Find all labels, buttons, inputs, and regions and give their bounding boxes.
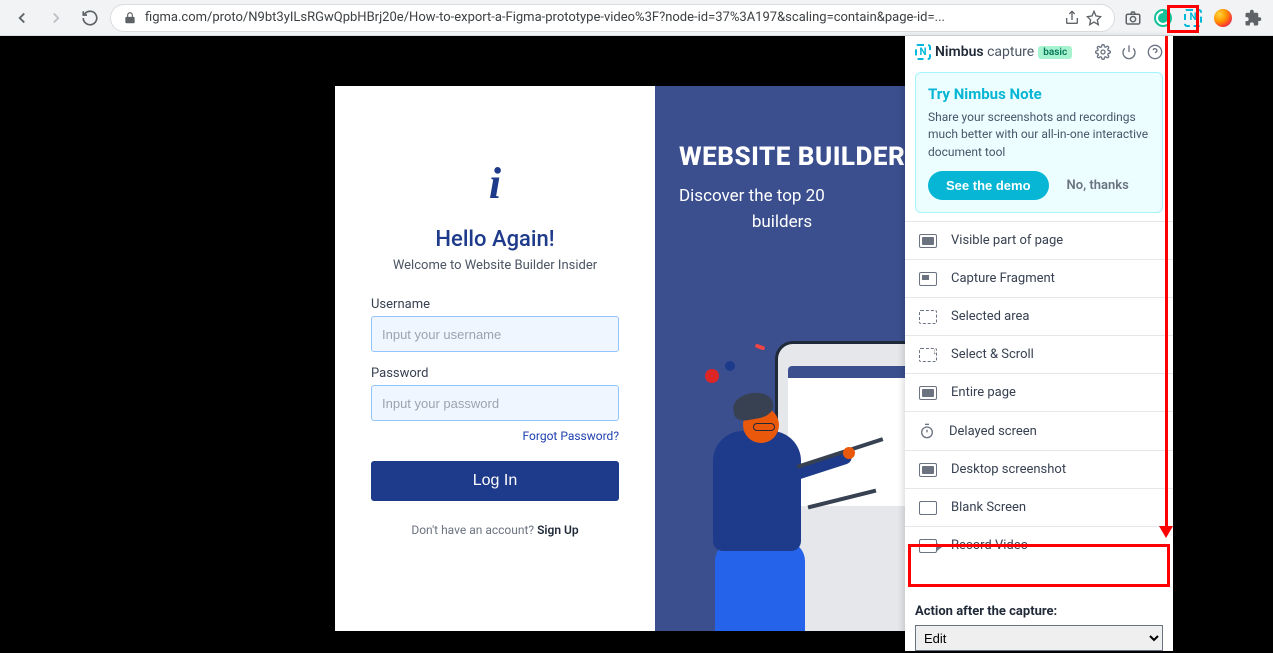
login-button[interactable]: Log In (371, 461, 619, 501)
firefox-extension-icon[interactable] (1211, 6, 1235, 30)
option-blank-screen[interactable]: Blank Screen (905, 488, 1173, 526)
option-label: Entire page (951, 385, 1016, 400)
option-desktop-screenshot[interactable]: Desktop screenshot (905, 450, 1173, 488)
extension-icons: N (1121, 6, 1265, 30)
username-input[interactable] (371, 316, 619, 352)
username-label: Username (371, 297, 619, 312)
panel-logo-text: Nimbus capture (935, 44, 1034, 60)
nimbus-extension-icon[interactable]: N (1181, 6, 1205, 30)
nimbus-logo-icon: N (915, 44, 931, 60)
option-visible-part[interactable]: Visible part of page (905, 221, 1173, 259)
login-pane: i Hello Again! Welcome to Website Builde… (335, 86, 655, 631)
option-label: Visible part of page (951, 233, 1063, 248)
hero-pane: WEBSITE BUILDER Discover the top 20 buil… (655, 86, 905, 631)
action-after-label: Action after the capture: (915, 604, 1163, 619)
url-text: figma.com/proto/N9bt3yILsRGwQpbHBrj20e/H… (145, 10, 1056, 25)
signup-link[interactable]: Sign Up (537, 523, 579, 537)
hero-title: WEBSITE BUILDER (679, 142, 885, 172)
option-select-scroll[interactable]: Select & Scroll (905, 335, 1173, 373)
password-input[interactable] (371, 385, 619, 421)
hero-illustration (665, 311, 905, 631)
no-thanks-link[interactable]: No, thanks (1067, 178, 1129, 193)
option-label: Record Video (951, 538, 1028, 553)
share-icon[interactable] (1064, 10, 1080, 26)
see-demo-button[interactable]: See the demo (928, 171, 1049, 200)
promo-card: Try Nimbus Note Share your screenshots a… (915, 72, 1163, 213)
option-delayed-screen[interactable]: Delayed screen (905, 411, 1173, 450)
grammarly-extension-icon[interactable] (1151, 6, 1175, 30)
logo-icon: i (489, 158, 501, 209)
option-selected-area[interactable]: Selected area (905, 297, 1173, 335)
visible-part-icon (919, 234, 937, 248)
video-icon (919, 539, 937, 553)
extensions-menu-icon[interactable] (1241, 6, 1265, 30)
page-content: i Hello Again! Welcome to Website Builde… (0, 36, 1273, 653)
option-label: Desktop screenshot (951, 462, 1066, 477)
gear-icon[interactable] (1095, 44, 1111, 60)
option-label: Selected area (951, 309, 1030, 324)
nimbus-panel: N Nimbus capture basic Try Nimbus Note S… (905, 36, 1173, 651)
delayed-icon (919, 423, 935, 439)
username-field-wrap: Username (371, 297, 619, 352)
power-icon[interactable] (1121, 44, 1137, 60)
panel-header: N Nimbus capture basic (905, 36, 1173, 68)
action-after-select[interactable]: Edit (915, 625, 1163, 651)
black-bar-right (1173, 36, 1273, 653)
entire-page-icon (919, 386, 937, 400)
option-label: Delayed screen (949, 424, 1037, 439)
hero-sub-line1: Discover the top 20 (679, 184, 885, 210)
figma-prototype: i Hello Again! Welcome to Website Builde… (335, 86, 905, 631)
blank-icon (919, 501, 937, 515)
back-button[interactable] (8, 4, 36, 32)
capture-options: Visible part of page Capture Fragment Se… (905, 221, 1173, 596)
promo-title: Try Nimbus Note (928, 85, 1150, 103)
desktop-icon (919, 463, 937, 477)
forward-button[interactable] (42, 4, 70, 32)
option-entire-page[interactable]: Entire page (905, 373, 1173, 411)
promo-text: Share your screenshots and recordings mu… (928, 109, 1150, 161)
signup-row: Don't have an account? Sign Up (411, 523, 578, 537)
password-label: Password (371, 366, 619, 381)
browser-toolbar: figma.com/proto/N9bt3yILsRGwQpbHBrj20e/H… (0, 0, 1273, 36)
help-icon[interactable] (1147, 44, 1163, 60)
selected-area-icon (919, 310, 937, 324)
hero-sub-line2: builders (679, 210, 885, 236)
option-label: Capture Fragment (951, 271, 1055, 286)
login-subheading: Welcome to Website Builder Insider (393, 258, 597, 273)
camera-extension-icon[interactable] (1121, 6, 1145, 30)
no-account-text: Don't have an account? (411, 523, 537, 537)
login-heading: Hello Again! (435, 227, 554, 252)
option-label: Blank Screen (951, 500, 1026, 515)
plan-badge: basic (1038, 46, 1072, 59)
password-field-wrap: Password (371, 366, 619, 421)
lock-icon (123, 11, 137, 25)
star-icon[interactable] (1086, 10, 1102, 26)
option-capture-fragment[interactable]: Capture Fragment (905, 259, 1173, 297)
forgot-password-link[interactable]: Forgot Password? (523, 429, 619, 443)
url-bar[interactable]: figma.com/proto/N9bt3yILsRGwQpbHBrj20e/H… (110, 4, 1115, 32)
panel-logo: N Nimbus capture basic (915, 44, 1072, 60)
reload-button[interactable] (76, 4, 104, 32)
option-label: Select & Scroll (951, 347, 1034, 362)
select-scroll-icon (919, 348, 937, 362)
fragment-icon (919, 272, 937, 286)
option-record-video[interactable]: Record Video (905, 526, 1173, 564)
action-after-section: Action after the capture: Edit (905, 596, 1173, 651)
